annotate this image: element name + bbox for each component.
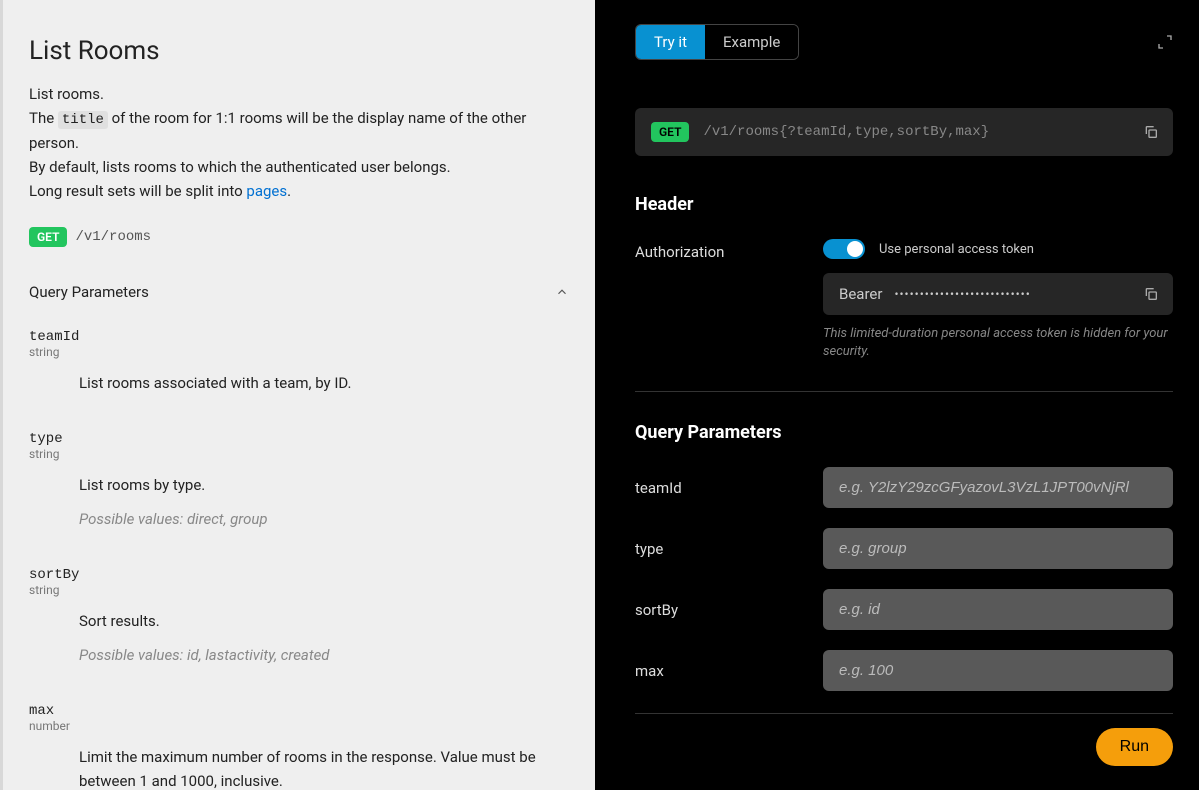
param-description: Sort results. [79,609,569,633]
endpoint-row: GET /v1/rooms [29,227,569,247]
desc-line: Long result sets will be split into page… [29,179,569,203]
token-security-hint: This limited-duration personal access to… [823,325,1173,361]
tab-row: Try it Example [635,24,1173,60]
qp-row-type: type [635,528,1173,569]
qp-label: max [635,662,799,680]
param-type: string [29,447,569,461]
sortBy-input[interactable] [823,589,1173,630]
qp-label: teamId [635,479,799,497]
desc-line: The title of the room for 1:1 rooms will… [29,106,569,155]
param-sortBy: sortBy string Sort results. Possible val… [29,567,569,667]
param-description: List rooms associated with a team, by ID… [29,371,569,395]
qp-row-teamId: teamId [635,467,1173,508]
tab-group: Try it Example [635,24,799,60]
copy-icon[interactable] [1143,286,1159,302]
pages-link[interactable]: pages [246,182,287,200]
param-type: string [29,345,569,359]
param-possible-values: Possible values: id, lastactivity, creat… [79,643,569,667]
param-name: max [29,703,569,719]
max-input[interactable] [823,650,1173,691]
param-description: List rooms by type. [79,473,569,497]
section-header-label: Query Parameters [29,283,149,301]
description-block: List rooms. The title of the room for 1:… [29,82,569,203]
url-template: /v1/rooms{?teamId,type,sortBy,max} [703,124,1157,140]
page-title: List Rooms [29,36,569,66]
toggle-label: Use personal access token [879,242,1034,257]
token-masked-value: ••••••••••••••••••••••••••• [894,287,1157,301]
endpoint-path: /v1/rooms [75,229,151,245]
desc-line: List rooms. [29,82,569,106]
token-display-box: Bearer ••••••••••••••••••••••••••• [823,273,1173,315]
query-parameters-heading: Query Parameters [635,422,1173,443]
authorization-row: Authorization Use personal access token … [635,239,1173,361]
teamId-input[interactable] [823,467,1173,508]
personal-access-token-toggle[interactable] [823,239,865,259]
bearer-label: Bearer [839,285,882,303]
http-method-badge: GET [651,122,689,142]
qp-label: sortBy [635,601,799,619]
tryit-panel: Try it Example GET /v1/rooms{?teamId,typ… [595,0,1199,790]
qp-row-max: max [635,650,1173,691]
toggle-row: Use personal access token [823,239,1173,259]
param-max: max number Limit the maximum number of r… [29,703,569,790]
desc-line: By default, lists rooms to which the aut… [29,155,569,179]
tab-tryit[interactable]: Try it [636,25,705,59]
param-type: type string List rooms by type. Possible… [29,431,569,531]
section-divider [635,391,1173,392]
param-name: sortBy [29,567,569,583]
section-divider [635,713,1173,714]
type-input[interactable] [823,528,1173,569]
param-name: teamId [29,329,569,345]
query-parameters-section-header[interactable]: Query Parameters [29,283,569,301]
authorization-label: Authorization [635,239,799,261]
param-possible-values: Possible values: direct, group [79,507,569,531]
param-name: type [29,431,569,447]
url-display-box: GET /v1/rooms{?teamId,type,sortBy,max} [635,108,1173,156]
copy-icon[interactable] [1143,124,1159,140]
param-type: number [29,719,569,733]
qp-row-sortBy: sortBy [635,589,1173,630]
param-teamId: teamId string List rooms associated with… [29,329,569,395]
run-button[interactable]: Run [1096,728,1173,766]
qp-label: type [635,540,799,558]
expand-icon[interactable] [1157,34,1173,50]
documentation-panel: List Rooms List rooms. The title of the … [0,0,595,790]
inline-code: title [58,111,108,129]
param-type: string [29,583,569,597]
tab-example[interactable]: Example [705,25,798,59]
header-section-heading: Header [635,194,1173,215]
param-description: Limit the maximum number of rooms in the… [79,745,569,790]
chevron-up-icon [555,285,569,299]
http-method-badge: GET [29,227,67,247]
